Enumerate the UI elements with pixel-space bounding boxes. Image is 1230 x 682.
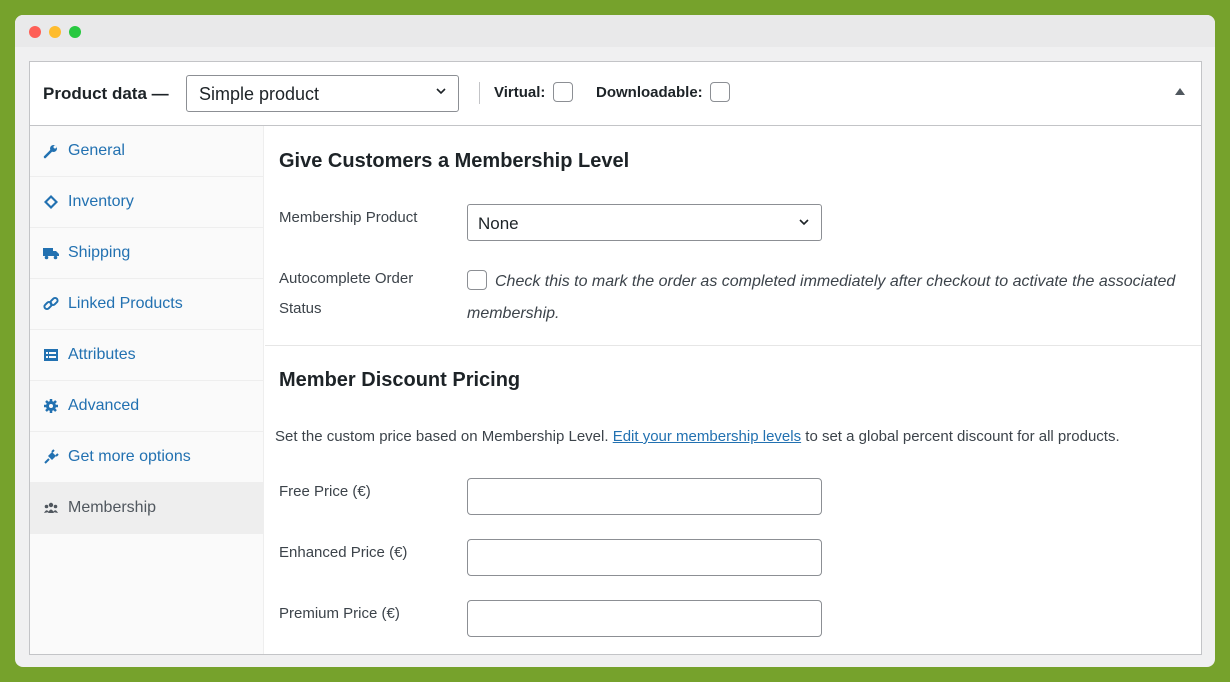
header-separator [479,82,480,104]
free-price-input[interactable] [467,478,822,515]
membership-panel: Give Customers a Membership Level Member… [265,126,1201,654]
autocomplete-description: Check this to mark the order as complete… [467,273,1176,322]
tag-icon [44,195,58,209]
tab-label: Get more options [68,448,191,465]
enhanced-price-label: Enhanced Price (€) [279,544,408,561]
tab-attributes[interactable]: Attributes [30,330,263,381]
product-type-value: Simple product [199,84,320,104]
tab-inventory[interactable]: Inventory [30,177,263,228]
tab-advanced[interactable]: Advanced [30,381,263,432]
tab-shipping[interactable]: Shipping [30,228,263,279]
product-data-panel: Product data — Simple product Virtual: D… [29,61,1202,655]
virtual-checkbox[interactable] [553,82,573,102]
truck-icon [43,248,59,260]
tab-get-more-options[interactable]: Get more options [30,432,263,483]
groups-icon [44,502,58,513]
downloadable-label: Downloadable: [596,84,703,101]
tab-label: Inventory [68,193,134,210]
tab-label: Linked Products [68,295,183,312]
premium-price-input[interactable] [467,600,822,637]
premium-price-label: Premium Price (€) [279,605,400,622]
tab-label: Shipping [68,244,131,261]
autocomplete-label: Autocomplete Order [279,270,414,287]
link-icon [43,296,59,311]
tab-label: Membership [68,499,157,516]
tab-membership[interactable]: Membership [30,483,263,534]
free-price-label: Free Price (€) [279,483,371,500]
product-data-tabs: General Inventory Shipping Linked Produc… [30,126,264,654]
maximize-window-button[interactable] [69,26,81,38]
collapse-panel-icon[interactable] [1175,88,1185,95]
browser-window: Product data — Simple product Virtual: D… [15,15,1215,667]
wrench-icon [43,145,57,159]
tab-general[interactable]: General [30,126,263,177]
panel-title: Product data — [43,83,169,103]
chevron-down-icon [799,219,809,226]
list-icon [44,349,58,361]
membership-section-title: Give Customers a Membership Level [279,150,630,172]
membership-product-value: None [478,214,519,233]
chevron-down-icon [436,88,446,95]
downloadable-checkbox[interactable] [710,82,730,102]
minimize-window-button[interactable] [49,26,61,38]
plugin-icon [44,449,59,464]
tab-label: Attributes [68,346,136,363]
edit-membership-levels-link[interactable]: Edit your membership levels [613,428,801,445]
discount-section-title: Member Discount Pricing [279,369,521,391]
gear-icon [44,399,58,413]
autocomplete-label-line2: Status [279,300,322,317]
close-window-button[interactable] [29,26,41,38]
panel-header: Product data — Simple product Virtual: D… [30,62,1201,126]
title-bar [15,15,1215,47]
membership-product-select[interactable]: None [467,204,822,241]
discount-help-text: Set the custom price based on Membership… [275,428,1120,445]
enhanced-price-input[interactable] [467,539,822,576]
section-divider [265,345,1201,346]
product-type-select[interactable]: Simple product [186,75,459,112]
tab-linked-products[interactable]: Linked Products [30,279,263,330]
membership-product-label: Membership Product [279,209,418,226]
tab-label: General [68,142,125,159]
tab-label: Advanced [68,397,140,414]
virtual-label: Virtual: [494,84,546,101]
